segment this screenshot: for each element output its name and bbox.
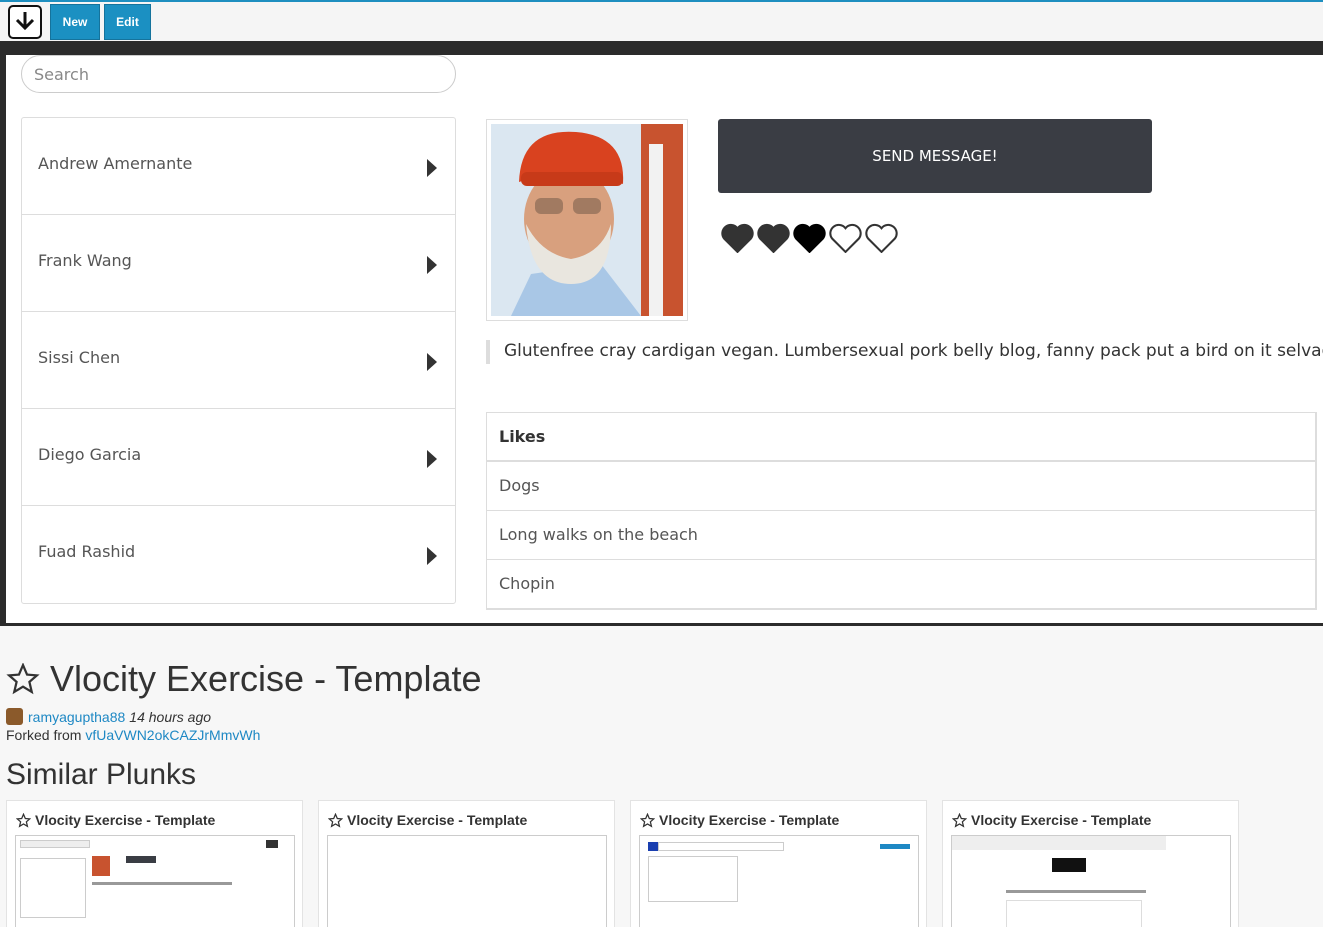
card-title: Vlocity Exercise - Template <box>328 812 527 828</box>
star-outline-icon[interactable] <box>16 812 31 828</box>
plunk-card[interactable]: Vlocity Exercise - Template <box>6 800 303 927</box>
table-row: Dogs <box>487 462 1315 511</box>
card-title: Vlocity Exercise - Template <box>952 812 1151 828</box>
caret-right-icon <box>427 159 437 177</box>
caret-right-icon <box>427 256 437 274</box>
plunk-card[interactable]: Vlocity Exercise - Template <box>318 800 615 927</box>
list-item[interactable]: Frank Wang <box>22 215 455 312</box>
edit-button[interactable]: Edit <box>104 4 151 40</box>
card-title-text: Vlocity Exercise - Template <box>659 812 840 828</box>
forked-link[interactable]: vfUaVWN2okCAZJrMmvWh <box>85 727 260 743</box>
heart-filled-icon[interactable] <box>757 223 790 253</box>
table-row: Chopin <box>487 560 1315 609</box>
person-name: Diego Garcia <box>38 445 142 464</box>
bio-quote: Glutenfree cray cardigan vegan. Lumberse… <box>486 340 1323 364</box>
new-button[interactable]: New <box>50 4 100 40</box>
list-item[interactable]: Andrew Amernante <box>22 118 455 215</box>
star-outline-icon[interactable] <box>640 812 655 828</box>
star-outline-icon[interactable] <box>952 812 967 828</box>
avatar <box>6 708 23 725</box>
download-button[interactable] <box>8 5 42 39</box>
plunk-card[interactable]: Vlocity Exercise - Template <box>942 800 1239 927</box>
preview-frame: Andrew Amernante Frank Wang Sissi Chen D… <box>0 41 1323 626</box>
page-title: Vlocity Exercise - Template <box>6 658 482 700</box>
author-link[interactable]: ramyaguptha88 <box>28 709 125 725</box>
timestamp: 14 hours ago <box>129 708 212 725</box>
card-title-text: Vlocity Exercise - Template <box>971 812 1152 828</box>
card-thumbnail[interactable] <box>951 835 1231 927</box>
plunk-card[interactable]: Vlocity Exercise - Template <box>630 800 927 927</box>
list-item[interactable]: Diego Garcia <box>22 409 455 506</box>
card-title-text: Vlocity Exercise - Template <box>35 812 216 828</box>
card-thumbnail[interactable] <box>15 835 295 927</box>
card-thumbnail[interactable] <box>639 835 919 927</box>
likes-table: Likes Dogs Long walks on the beach Chopi… <box>486 412 1317 610</box>
forked-line: Forked from vfUaVWN2okCAZJrMmvWh <box>6 727 260 743</box>
card-thumbnail[interactable] <box>327 835 607 927</box>
forked-label: Forked from <box>6 727 82 743</box>
send-message-button[interactable]: SEND MESSAGE! <box>718 119 1152 193</box>
plunk-title-text: Vlocity Exercise - Template <box>50 658 482 699</box>
profile-photo <box>486 119 688 321</box>
people-list: Andrew Amernante Frank Wang Sissi Chen D… <box>21 117 456 604</box>
heart-filled-icon[interactable] <box>721 223 754 253</box>
preview-content: Andrew Amernante Frank Wang Sissi Chen D… <box>6 55 1323 623</box>
card-title: Vlocity Exercise - Template <box>16 812 215 828</box>
person-name: Sissi Chen <box>38 348 121 367</box>
person-name: Frank Wang <box>38 251 132 270</box>
download-arrow-icon <box>15 12 35 31</box>
person-name: Andrew Amernante <box>38 154 193 173</box>
table-row: Long walks on the beach <box>487 511 1315 560</box>
author-line: ramyaguptha88 14 hours ago <box>6 708 211 725</box>
search-input[interactable] <box>21 55 456 93</box>
toolbar: New Edit <box>0 0 1323 41</box>
star-outline-icon[interactable] <box>6 663 40 695</box>
caret-right-icon <box>427 450 437 468</box>
list-item[interactable]: Fuad Rashid <box>22 506 455 603</box>
card-title: Vlocity Exercise - Template <box>640 812 839 828</box>
card-title-text: Vlocity Exercise - Template <box>347 812 528 828</box>
similar-heading: Similar Plunks <box>6 758 197 791</box>
rating-hearts[interactable] <box>721 223 898 253</box>
heart-filled-icon[interactable] <box>793 223 826 253</box>
likes-header: Likes <box>487 413 1315 462</box>
caret-right-icon <box>427 547 437 565</box>
person-name: Fuad Rashid <box>38 542 136 561</box>
list-item[interactable]: Sissi Chen <box>22 312 455 409</box>
heart-outline-icon[interactable] <box>865 223 898 253</box>
caret-right-icon <box>427 353 437 371</box>
star-outline-icon[interactable] <box>328 812 343 828</box>
heart-outline-icon[interactable] <box>829 223 862 253</box>
